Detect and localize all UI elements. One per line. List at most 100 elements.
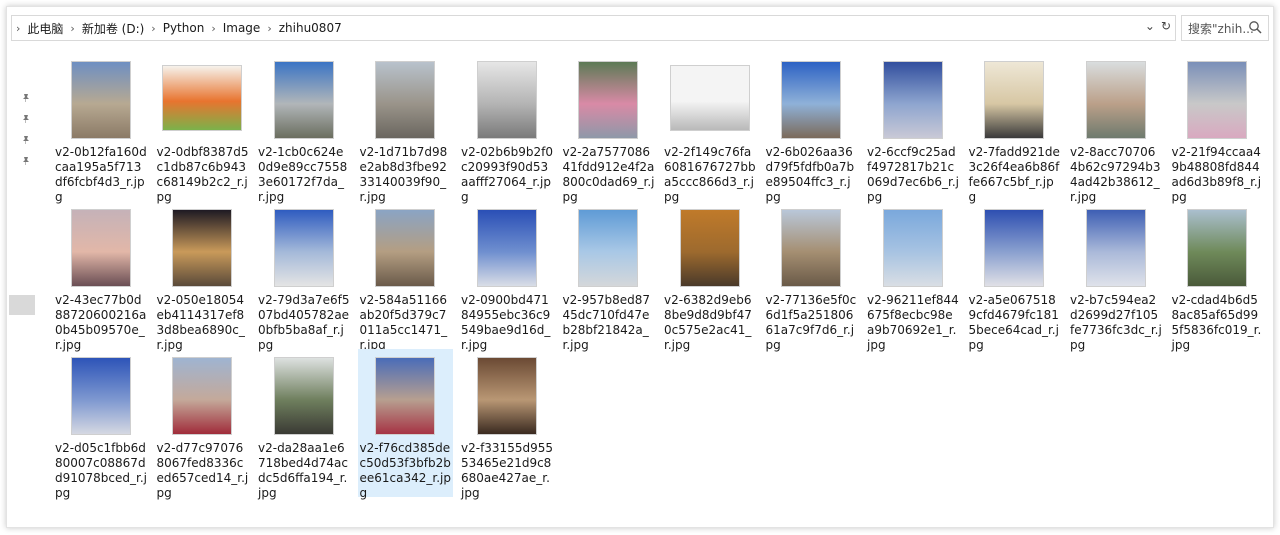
file-name: v2-6382d9eb68be9d8d9bf470c575e2ac41_r.jp… xyxy=(664,293,752,352)
file-name: v2-da28aa1e6718bed4d74acdc5d6ffa194_r.jp… xyxy=(258,441,348,500)
image-thumbnail xyxy=(375,61,435,139)
file-name: v2-584a51166ab20f5d379c7011a5cc1471_r.jp… xyxy=(359,293,448,352)
file-item[interactable]: v2-584a51166ab20f5d379c7011a5cc1471_r.jp… xyxy=(358,201,453,352)
file-item[interactable]: v2-8acc707064b62c97294b34ad42b38612_r.jp… xyxy=(1068,53,1163,204)
file-name: v2-0dbf8387d5c1db87c6b943c68149b2c2_r.jp… xyxy=(156,145,249,204)
file-item[interactable]: v2-7fadd921de3c26f4ea6b86ffe667c5bf_r.jp… xyxy=(967,53,1062,204)
file-item[interactable]: v2-2a757708641fdd912e4f2a800c0dad69_r.jp… xyxy=(561,53,656,204)
file-list: v2-0b12fa160dcaa195a5f713df6fcbf4d3_r.jp… xyxy=(47,41,1269,525)
explorer-window: › 此电脑 › 新加卷 (D:) › Python › Image › zhih… xyxy=(6,6,1274,528)
file-name: v2-d05c1fbb6d80007c08867dd91078bced_r.jp… xyxy=(55,441,147,500)
file-name: v2-21f94ccaa49b48808fd844ad6d3b89f8_r.jp… xyxy=(1171,145,1262,204)
file-name: v2-957b8ed8745dc710fd47eb28bf21842a_r.jp… xyxy=(562,293,651,352)
file-item[interactable]: v2-0b12fa160dcaa195a5f713df6fcbf4d3_r.jp… xyxy=(53,53,148,204)
image-thumbnail xyxy=(1085,61,1146,139)
image-thumbnail xyxy=(273,357,334,435)
file-name: v2-6ccf9c25adf4972817b21c069d7ec6b6_r.jp… xyxy=(867,145,960,204)
file-item[interactable]: v2-a5e0675189cfd4679fc1815bece64cad_r.jp… xyxy=(967,201,1062,352)
file-item[interactable]: v2-0dbf8387d5c1db87c6b943c68149b2c2_r.jp… xyxy=(155,53,250,204)
search-input[interactable]: 搜索"zhih... xyxy=(1181,15,1269,41)
chevron-right-icon[interactable]: › xyxy=(263,22,275,35)
image-thumbnail xyxy=(70,357,131,435)
file-grid: v2-0b12fa160dcaa195a5f713df6fcbf4d3_r.jp… xyxy=(53,53,1271,500)
image-thumbnail xyxy=(162,65,242,131)
image-thumbnail xyxy=(1085,209,1146,287)
pin-icon[interactable] xyxy=(21,114,31,124)
file-name: v2-1cb0c624e0d9e89cc75583e60172f7da_r.jp… xyxy=(258,145,348,204)
image-thumbnail xyxy=(679,209,740,287)
chevron-right-icon[interactable]: › xyxy=(12,22,24,35)
file-name: v2-79d3a7e6f507bd405782ae0bfb5ba8af_r.jp… xyxy=(258,293,350,352)
image-thumbnail xyxy=(781,209,841,287)
refresh-icon[interactable]: ↻ xyxy=(1161,19,1171,33)
file-name: v2-6b026aa36d79f5fdfb0a7be89504ffc3_r.jp… xyxy=(765,145,855,204)
file-item[interactable]: v2-1cb0c624e0d9e89cc75583e60172f7da_r.jp… xyxy=(256,53,351,204)
file-name: v2-b7c594ea2d2699d27f105fe7736fc3dc_r.jp… xyxy=(1070,293,1162,352)
breadcrumb-item-this-pc[interactable]: 此电脑 xyxy=(24,20,66,37)
file-name: v2-0b12fa160dcaa195a5f713df6fcbf4d3_r.jp… xyxy=(55,145,147,204)
image-thumbnail xyxy=(1187,61,1247,139)
file-item[interactable]: v2-6382d9eb68be9d8d9bf470c575e2ac41_r.jp… xyxy=(662,201,757,352)
file-item[interactable]: v2-2f149c76fa6081676727bba5ccc866d3_r.jp… xyxy=(662,53,757,204)
file-item[interactable]: v2-1d71b7d98e2ab8d3fbe9233140039f90_r.jp… xyxy=(358,53,453,204)
pin-icon[interactable] xyxy=(21,93,31,103)
file-item[interactable]: v2-43ec77b0d88720600216a0b45b09570e_r.jp… xyxy=(53,201,148,352)
history-dropdown-icon[interactable]: ⌄ xyxy=(1145,19,1155,33)
file-name: v2-8acc707064b62c97294b34ad42b38612_r.jp… xyxy=(1070,145,1161,204)
file-item[interactable]: v2-6ccf9c25adf4972817b21c069d7ec6b6_r.jp… xyxy=(865,53,960,204)
file-item[interactable]: v2-02b6b9b2f0c20993f90d53aafff27064_r.jp… xyxy=(459,53,554,204)
file-item[interactable]: v2-b7c594ea2d2699d27f105fe7736fc3dc_r.jp… xyxy=(1068,201,1163,352)
file-item[interactable]: v2-f76cd385dec50d53f3bfb2bee61ca342_r.jp… xyxy=(357,349,453,500)
file-item[interactable]: v2-96211ef844675f8ecbc98ea9b70692e1_r.jp… xyxy=(865,201,960,352)
pin-icon[interactable] xyxy=(21,135,31,145)
file-item[interactable]: v2-f33155d95553465e21d9c8680ae427ae_r.jp… xyxy=(459,349,554,500)
file-item[interactable]: v2-6b026aa36d79f5fdfb0a7be89504ffc3_r.jp… xyxy=(764,53,859,204)
file-item[interactable]: v2-957b8ed8745dc710fd47eb28bf21842a_r.jp… xyxy=(561,201,656,352)
file-item[interactable]: v2-da28aa1e6718bed4d74acdc5d6ffa194_r.jp… xyxy=(256,349,351,500)
chevron-right-icon[interactable]: › xyxy=(147,22,159,35)
image-thumbnail xyxy=(476,61,537,139)
file-name: v2-cdad4b6d58ac85af65d995f5836fc019_r.jp… xyxy=(1171,293,1262,352)
image-thumbnail xyxy=(578,61,638,139)
file-name: v2-96211ef844675f8ecbc98ea9b70692e1_r.jp… xyxy=(867,293,959,352)
image-thumbnail xyxy=(984,209,1044,287)
breadcrumb-item-image[interactable]: Image xyxy=(220,21,264,35)
breadcrumb-item-drive-d[interactable]: 新加卷 (D:) xyxy=(79,20,147,37)
search-placeholder: 搜索"zhih... xyxy=(1188,21,1254,36)
image-thumbnail xyxy=(882,61,943,139)
image-thumbnail xyxy=(172,357,232,435)
search-icon[interactable] xyxy=(1248,20,1262,34)
image-thumbnail xyxy=(781,61,841,139)
image-thumbnail xyxy=(669,65,750,131)
file-name: v2-2f149c76fa6081676727bba5ccc866d3_r.jp… xyxy=(664,145,756,204)
file-item[interactable]: v2-79d3a7e6f507bd405782ae0bfb5ba8af_r.jp… xyxy=(256,201,351,352)
breadcrumb-item-zhihu0807[interactable]: zhihu0807 xyxy=(276,21,345,35)
nav-selected-item[interactable] xyxy=(9,295,35,315)
breadcrumb-item-python[interactable]: Python xyxy=(160,21,208,35)
image-thumbnail xyxy=(375,357,435,435)
file-name: v2-a5e0675189cfd4679fc1815bece64cad_r.jp… xyxy=(968,293,1059,352)
image-thumbnail xyxy=(984,61,1044,139)
file-name: v2-f33155d95553465e21d9c8680ae427ae_r.jp… xyxy=(461,441,553,500)
chevron-right-icon[interactable]: › xyxy=(207,22,219,35)
file-name: v2-77136e5f0c6d1f5a25180661a7c9f7d6_r.jp… xyxy=(765,293,857,352)
pin-icon[interactable] xyxy=(21,156,31,166)
file-item[interactable]: v2-050e18054eb4114317ef83d8bea6890c_r.jp… xyxy=(155,201,250,352)
breadcrumb[interactable]: › 此电脑 › 新加卷 (D:) › Python › Image › zhih… xyxy=(11,15,1176,41)
file-item[interactable]: v2-cdad4b6d58ac85af65d995f5836fc019_r.jp… xyxy=(1170,201,1265,352)
file-item[interactable]: v2-77136e5f0c6d1f5a25180661a7c9f7d6_r.jp… xyxy=(764,201,859,352)
image-thumbnail xyxy=(273,61,334,139)
file-name: v2-7fadd921de3c26f4ea6b86ffe667c5bf_r.jp… xyxy=(968,145,1060,204)
address-bar: › 此电脑 › 新加卷 (D:) › Python › Image › zhih… xyxy=(7,15,1275,41)
image-thumbnail xyxy=(882,209,943,287)
file-name: v2-1d71b7d98e2ab8d3fbe9233140039f90_r.jp… xyxy=(359,145,448,204)
image-thumbnail xyxy=(172,209,232,287)
file-item[interactable]: v2-d77c970768067fed8336ced657ced14_r.jpg xyxy=(155,349,250,500)
image-thumbnail xyxy=(70,209,131,287)
file-item[interactable]: v2-21f94ccaa49b48808fd844ad6d3b89f8_r.jp… xyxy=(1170,53,1265,204)
chevron-right-icon[interactable]: › xyxy=(66,22,78,35)
file-name: v2-050e18054eb4114317ef83d8bea6890c_r.jp… xyxy=(156,293,245,352)
image-thumbnail xyxy=(375,209,435,287)
file-item[interactable]: v2-0900bd47184955ebc36c9549bae9d16d_r.jp… xyxy=(459,201,554,352)
file-item[interactable]: v2-d05c1fbb6d80007c08867dd91078bced_r.jp… xyxy=(53,349,148,500)
